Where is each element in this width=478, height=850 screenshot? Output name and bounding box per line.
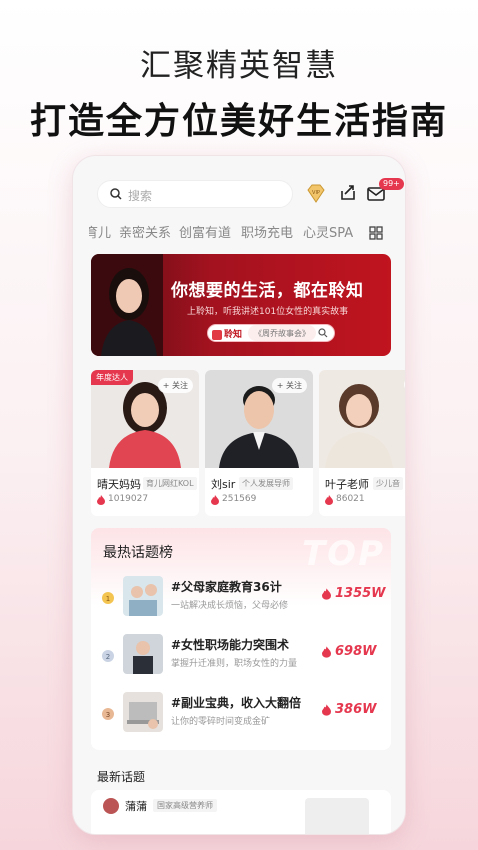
app-screen: 搜索 VIP 99+ 育儿 亲密关系 创富有道 职场充电 心灵SPA: [89, 156, 405, 834]
share-icon[interactable]: [339, 184, 357, 202]
expert-tag: 少儿音: [373, 477, 403, 490]
expert-badge: 年度达人: [91, 370, 133, 385]
tab-category-1[interactable]: 育儿: [89, 222, 111, 241]
search-placeholder: 搜索: [128, 189, 153, 203]
search-icon: [318, 328, 328, 338]
latest-topics-title: 最新话题: [97, 770, 146, 784]
hot-topics-panel: TOP 最热话题榜 1 #父母家庭教育36计 一站解决成长烦恼，父母必修 135…: [91, 528, 391, 750]
expert-name: 刘sir: [211, 478, 236, 491]
tab-category-4[interactable]: 职场充电: [241, 222, 293, 241]
author-tag: 国家高级营养师: [153, 799, 217, 812]
expert-photo: [319, 370, 405, 468]
banner-search-pill[interactable]: 聆知 《周乔故事会》: [207, 324, 335, 342]
topic-title: #副业宝典，收入大翻倍: [171, 696, 302, 710]
topic-count: 1355W: [335, 586, 386, 601]
promo-headline: 打造全方位美好生活指南: [29, 100, 448, 142]
promo-subtitle: 汇聚精英智慧: [140, 48, 338, 84]
category-tabs: 育儿 亲密关系 创富有道 职场充电 心灵SPA: [89, 222, 405, 244]
hot-topics-title: 最热话题榜: [103, 545, 173, 561]
expert-count: 251569: [222, 494, 257, 504]
tab-category-2[interactable]: 亲密关系: [119, 222, 171, 241]
expert-count: 1019027: [108, 494, 149, 504]
topic-thumbnail: [123, 634, 163, 674]
expert-cards: 年度达人 + 关注 晴天妈妈 育儿网红KOL 1019027 + 关注 刘sir…: [91, 370, 405, 516]
fire-icon: [325, 495, 333, 505]
topic-row[interactable]: 1 #父母家庭教育36计 一站解决成长烦恼，父母必修 1355W: [91, 574, 391, 624]
author-name: 蒲蒲: [125, 800, 147, 813]
topic-count: 386W: [335, 702, 377, 717]
search-icon: [110, 188, 122, 200]
expert-tag: 个人发展导师: [239, 477, 293, 490]
fire-icon: [322, 704, 331, 716]
promo-banner[interactable]: 你想要的生活，都在聆知 上聆知，听我讲述101位女性的真实故事 聆知 《周乔故事…: [91, 254, 391, 356]
expert-tag: 育儿网红KOL: [143, 477, 197, 490]
expert-name: 晴天妈妈: [97, 478, 141, 491]
gold-medal-icon: 1: [102, 592, 114, 604]
topic-rank: 3: [106, 711, 110, 719]
fire-icon: [97, 495, 105, 505]
top-bar: 搜索 VIP 99+: [97, 178, 404, 210]
tab-category-3[interactable]: 创富有道: [179, 222, 231, 241]
topic-row[interactable]: 2 #女性职场能力突围术 掌握升迁准则，职场女性的力量 698W: [91, 632, 391, 682]
banner-subtitle: 上聆知，听我讲述101位女性的真实故事: [187, 307, 349, 317]
silver-medal-icon: 2: [102, 650, 114, 662]
svg-text:VIP: VIP: [312, 190, 320, 196]
banner-portrait: [91, 254, 163, 356]
follow-button[interactable]: + 关注: [271, 378, 307, 393]
topic-subtitle: 掌握升迁准则，职场女性的力量: [171, 659, 298, 669]
banner-title: 你想要的生活，都在聆知: [171, 281, 364, 301]
topic-title: #女性职场能力突围术: [171, 638, 290, 652]
expert-card[interactable]: 年度达人 + 关注 晴天妈妈 育儿网红KOL 1019027: [91, 370, 199, 516]
bronze-medal-icon: 3: [102, 708, 114, 720]
topic-thumbnail: [123, 576, 163, 616]
vip-icon[interactable]: VIP: [305, 184, 327, 204]
follow-button[interactable]: + 关注: [157, 378, 193, 393]
latest-topic-thumbnail: [305, 798, 369, 834]
lingzhi-logo-text: 聆知: [224, 330, 243, 340]
topic-rank: 2: [106, 653, 110, 661]
topic-thumbnail: [123, 692, 163, 732]
fire-icon: [211, 495, 219, 505]
topic-row[interactable]: 3 #副业宝典，收入大翻倍 让你的零碎时间变成金矿 386W: [91, 690, 391, 740]
topic-subtitle: 让你的零碎时间变成金矿: [171, 717, 271, 727]
tab-category-5[interactable]: 心灵SPA: [303, 222, 353, 241]
banner-tag: 《周乔故事会》: [248, 325, 316, 341]
topic-title: #父母家庭教育36计: [171, 580, 282, 594]
latest-topic-card[interactable]: 蒲蒲 国家高级营养师: [91, 790, 391, 834]
lingzhi-logo: 聆知: [212, 327, 242, 340]
expert-card[interactable]: + 叶子老师 少儿音 86021: [319, 370, 405, 516]
hot-topics-watermark: TOP: [301, 534, 385, 574]
search-input[interactable]: 搜索: [97, 180, 293, 208]
expert-name: 叶子老师: [325, 478, 369, 491]
expert-count: 86021: [336, 494, 365, 504]
mail-badge: 99+: [379, 178, 404, 190]
topic-subtitle: 一站解决成长烦恼，父母必修: [171, 601, 289, 611]
topic-count: 698W: [335, 644, 377, 659]
phone-frame: 搜索 VIP 99+ 育儿 亲密关系 创富有道 职场充电 心灵SPA: [72, 155, 406, 835]
topic-rank: 1: [106, 595, 110, 603]
avatar: [103, 798, 119, 814]
expert-card[interactable]: + 关注 刘sir 个人发展导师 251569: [205, 370, 313, 516]
fire-icon: [322, 646, 331, 658]
fire-icon: [322, 588, 331, 600]
grid-icon[interactable]: [369, 226, 383, 240]
